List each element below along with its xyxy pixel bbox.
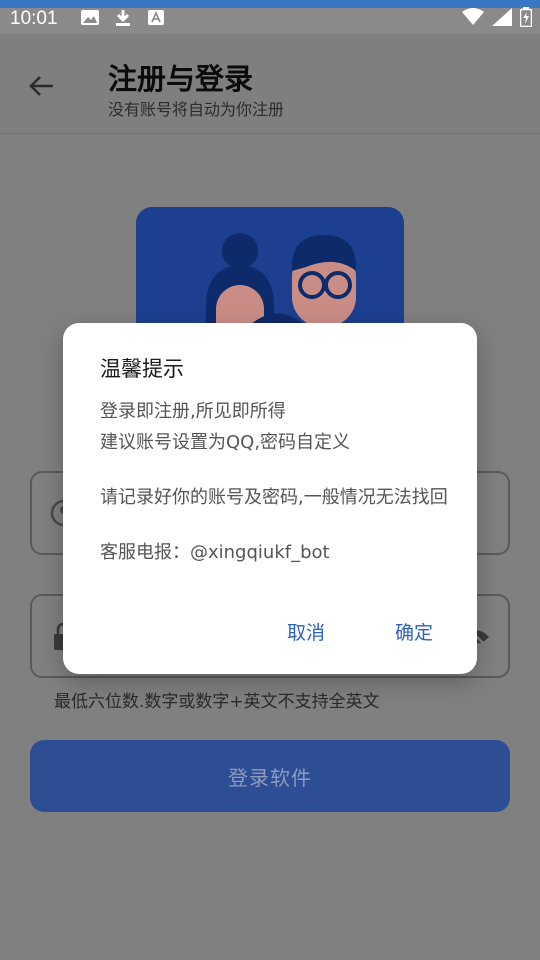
dialog-line: 客服电报：@xingqiukf_bot: [100, 542, 330, 563]
font-a-icon: [148, 10, 164, 25]
dialog-title: 温馨提示: [100, 357, 184, 381]
back-arrow-icon[interactable]: [26, 70, 58, 102]
notice-dialog: 温馨提示 登录即注册,所见即所得 建议账号设置为QQ,密码自定义 请记录好你的账…: [63, 323, 477, 674]
dialog-line: 登录即注册,所见即所得: [100, 401, 286, 422]
dialog-spacer: [100, 513, 450, 537]
page-subtitle: 没有账号将自动为你注册: [108, 100, 285, 119]
wifi-icon: [462, 8, 484, 25]
page-title: 注册与登录: [108, 62, 254, 96]
signal-icon: [492, 8, 512, 26]
dialog-message: 登录即注册,所见即所得 建议账号设置为QQ,密码自定义 请记录好你的账号及密码,…: [100, 396, 450, 568]
dialog-line: 建议账号设置为QQ,密码自定义: [100, 432, 351, 453]
battery-icon: [520, 7, 532, 27]
confirm-button[interactable]: 确定: [395, 618, 433, 645]
login-button[interactable]: 登录软件: [30, 740, 510, 812]
dialog-actions: 取消 确定: [63, 618, 477, 650]
download-icon: [116, 10, 130, 26]
dialog-spacer: [100, 458, 450, 482]
app-bar: 注册与登录 没有账号将自动为你注册: [0, 34, 540, 134]
cancel-button[interactable]: 取消: [287, 618, 325, 645]
dialog-line: 请记录好你的账号及密码,一般情况无法找回: [100, 487, 448, 508]
status-time: 10:01: [10, 8, 58, 29]
status-bar-accent-line: [0, 0, 540, 8]
image-icon: [81, 10, 99, 25]
status-bar: 10:01: [0, 0, 540, 34]
password-hint: 最低六位数.数字或数字+英文不支持全英文: [54, 692, 380, 712]
